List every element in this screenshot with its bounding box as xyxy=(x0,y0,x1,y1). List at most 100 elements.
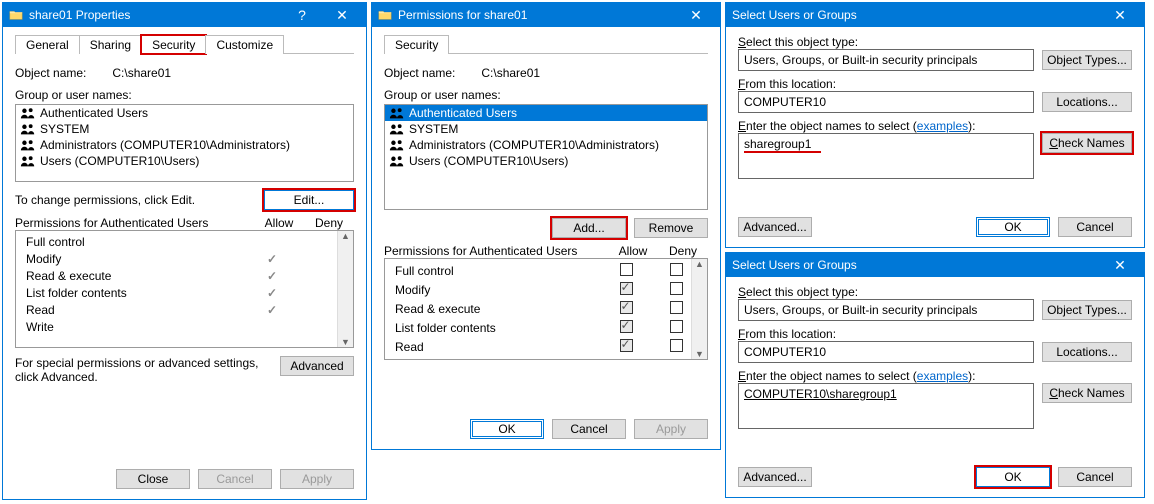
object-types-button[interactable]: Object Types... xyxy=(1042,50,1132,70)
group-label: Group or user names: xyxy=(384,88,708,102)
allow-checkbox[interactable] xyxy=(620,282,633,295)
list-item: Users (COMPUTER10\Users) xyxy=(385,153,707,169)
list-item: Users (COMPUTER10\Users) xyxy=(16,153,353,169)
from-location-field[interactable]: COMPUTER10 xyxy=(738,91,1034,113)
advanced-button[interactable]: Advanced... xyxy=(738,467,812,487)
perm-row: Read xyxy=(391,339,701,355)
permissions-list: Full control Modify✓ Read & execute✓ Lis… xyxy=(15,230,354,348)
window-title: Select Users or Groups xyxy=(732,8,1100,22)
enter-names-label: Enter the object names to select (exampl… xyxy=(738,369,1132,383)
examples-link[interactable]: examples xyxy=(917,369,968,383)
tab-customize[interactable]: Customize xyxy=(205,35,284,54)
edit-button[interactable]: Edit... xyxy=(264,190,354,210)
object-type-field[interactable]: Users, Groups, or Built-in security prin… xyxy=(738,49,1034,71)
object-names-input[interactable]: sharegroup1 xyxy=(738,133,1034,179)
examples-link[interactable]: examples xyxy=(917,119,968,133)
close-button[interactable]: ✕ xyxy=(676,3,716,27)
close-button[interactable]: Close xyxy=(116,469,190,489)
locations-button[interactable]: Locations... xyxy=(1042,342,1132,362)
cancel-button: Cancel xyxy=(198,469,272,489)
tab-sharing[interactable]: Sharing xyxy=(79,35,142,54)
allow-checkbox[interactable] xyxy=(620,320,633,333)
add-button[interactable]: Add... xyxy=(552,218,626,238)
from-location-field[interactable]: COMPUTER10 xyxy=(738,341,1034,363)
list-item: SYSTEM xyxy=(385,121,707,137)
allow-checkbox[interactable] xyxy=(620,301,633,314)
perm-header: Permissions for Authenticated Users xyxy=(15,216,254,230)
ok-button[interactable]: OK xyxy=(470,419,544,439)
apply-button: Apply xyxy=(634,419,708,439)
deny-col: Deny xyxy=(658,244,708,258)
from-location-label: From this location: xyxy=(738,327,1132,341)
close-button[interactable]: ✕ xyxy=(322,3,362,27)
object-type-label: Select this object type: xyxy=(738,285,1132,299)
titlebar: Select Users or Groups ✕ xyxy=(726,253,1144,277)
apply-button: Apply xyxy=(280,469,354,489)
list-item: Administrators (COMPUTER10\Administrator… xyxy=(16,137,353,153)
deny-col: Deny xyxy=(304,216,354,230)
tab-security[interactable]: Security xyxy=(141,35,206,54)
help-button[interactable]: ? xyxy=(282,3,322,27)
enter-names-label: Enter the object names to select (exampl… xyxy=(738,119,1132,133)
principals-list[interactable]: Authenticated Users SYSTEM Administrator… xyxy=(15,104,354,182)
perm-row: List folder contents xyxy=(391,320,701,336)
object-names-input[interactable]: COMPUTER10\sharegroup1 xyxy=(738,383,1034,429)
tab-security[interactable]: Security xyxy=(384,35,449,54)
list-item: Authenticated Users xyxy=(16,105,353,121)
titlebar: share01 Properties ? ✕ xyxy=(3,3,366,27)
window-title: Select Users or Groups xyxy=(732,258,1100,272)
deny-checkbox[interactable] xyxy=(670,339,683,352)
advanced-button[interactable]: Advanced... xyxy=(738,217,812,237)
ok-button[interactable]: OK xyxy=(976,217,1050,237)
close-button[interactable]: ✕ xyxy=(1100,253,1140,277)
close-button[interactable]: ✕ xyxy=(1100,3,1140,27)
cancel-button[interactable]: Cancel xyxy=(1058,467,1132,487)
deny-checkbox[interactable] xyxy=(670,282,683,295)
permissions-list: Full control Modify Read & execute List … xyxy=(384,258,708,360)
list-item: Authenticated Users xyxy=(385,105,707,121)
remove-button[interactable]: Remove xyxy=(634,218,708,238)
locations-button[interactable]: Locations... xyxy=(1042,92,1132,112)
advanced-hint: For special permissions or advanced sett… xyxy=(15,356,272,384)
object-name-value: C:\share01 xyxy=(463,66,540,80)
titlebar: Select Users or Groups ✕ xyxy=(726,3,1144,27)
check-names-button[interactable]: Check Names xyxy=(1042,133,1132,153)
folder-icon xyxy=(9,8,23,22)
allow-col: Allow xyxy=(254,216,304,230)
window-title: Permissions for share01 xyxy=(398,8,676,22)
deny-checkbox[interactable] xyxy=(670,301,683,314)
deny-checkbox[interactable] xyxy=(670,263,683,276)
allow-col: Allow xyxy=(608,244,658,258)
object-name-label: Object name: xyxy=(384,66,455,80)
check-names-button[interactable]: Check Names xyxy=(1042,383,1132,403)
cancel-button[interactable]: Cancel xyxy=(1058,217,1132,237)
perm-row: Modify xyxy=(391,282,701,298)
object-type-field[interactable]: Users, Groups, or Built-in security prin… xyxy=(738,299,1034,321)
folder-icon xyxy=(378,8,392,22)
select-users-dialog: Select Users or Groups ✕ SSelect this ob… xyxy=(725,2,1145,248)
list-item: SYSTEM xyxy=(16,121,353,137)
deny-checkbox[interactable] xyxy=(670,320,683,333)
principals-list[interactable]: Authenticated Users SYSTEM Administrator… xyxy=(384,104,708,210)
cancel-button[interactable]: Cancel xyxy=(552,419,626,439)
tab-general[interactable]: General xyxy=(15,35,80,54)
list-item: Administrators (COMPUTER10\Administrator… xyxy=(385,137,707,153)
allow-checkbox[interactable] xyxy=(620,263,633,276)
perm-header: Permissions for Authenticated Users xyxy=(384,244,608,258)
object-name-value: C:\share01 xyxy=(94,66,171,80)
titlebar: Permissions for share01 ✕ xyxy=(372,3,720,27)
select-users-dialog: Select Users or Groups ✕ Select this obj… xyxy=(725,252,1145,498)
object-types-button[interactable]: Object Types... xyxy=(1042,300,1132,320)
object-name-label: Object name: xyxy=(15,66,86,80)
advanced-button[interactable]: Advanced xyxy=(280,356,354,376)
tabstrip: General Sharing Security Customize xyxy=(15,35,354,54)
allow-checkbox[interactable] xyxy=(620,339,633,352)
ok-button[interactable]: OK xyxy=(976,467,1050,487)
scrollbar[interactable] xyxy=(337,231,353,347)
scrollbar[interactable] xyxy=(691,259,707,359)
perm-row: Full control xyxy=(391,263,701,279)
properties-dialog: share01 Properties ? ✕ General Sharing S… xyxy=(2,2,367,500)
perm-row: Read & execute xyxy=(391,301,701,317)
from-location-label: From this location: xyxy=(738,77,1132,91)
window-title: share01 Properties xyxy=(29,8,282,22)
